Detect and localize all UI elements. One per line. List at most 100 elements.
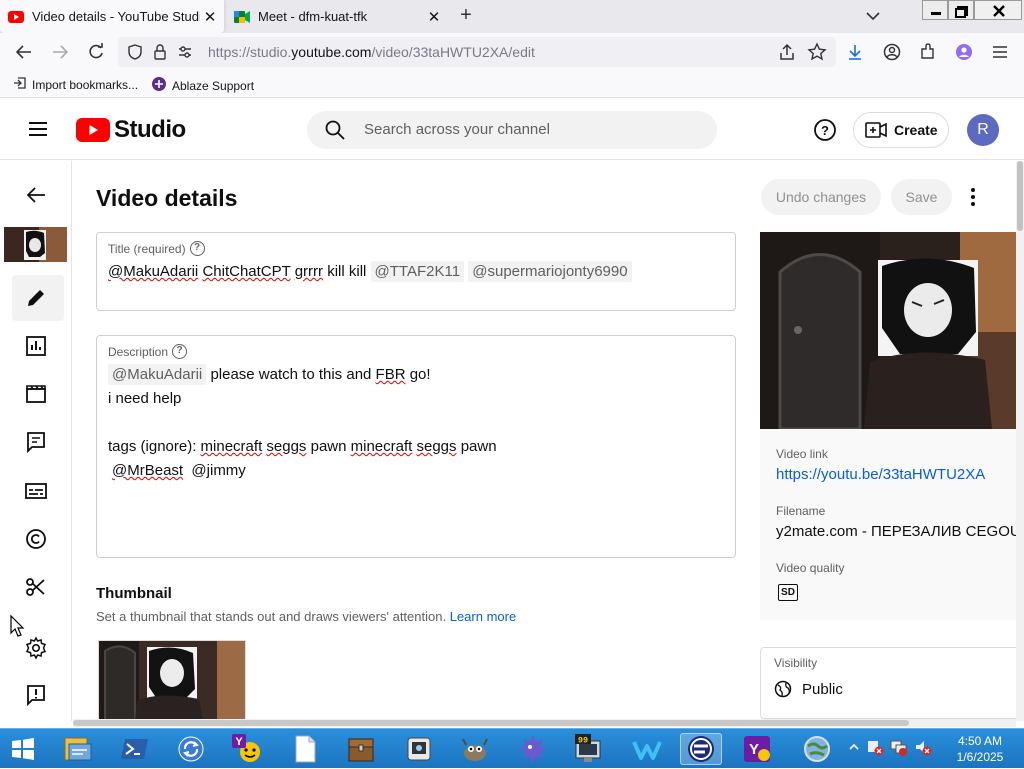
blank-document-icon[interactable] [288, 733, 322, 765]
visibility-card[interactable]: Visibility Public [760, 647, 1016, 719]
create-label: Create [894, 122, 938, 138]
bookmark-import[interactable]: Import bookmarks... [13, 76, 138, 93]
help-icon[interactable]: ? [813, 118, 837, 142]
virus-blob-icon[interactable] [516, 733, 550, 765]
restore-window-button[interactable] [948, 0, 974, 20]
more-options-icon[interactable] [961, 185, 985, 209]
description-line[interactable]: @MrBeast @jimmy [112, 462, 246, 479]
thumbnail-heading: Thumbnail [96, 585, 172, 602]
video-thumbnail[interactable] [4, 227, 67, 262]
video-preview-player[interactable] [760, 232, 1016, 429]
tab-title: Video details - YouTube Studio [32, 9, 200, 24]
yahoo-icon[interactable]: Y [740, 733, 774, 765]
description-line[interactable]: tags (ignore): minecraft seggs pawn mine… [108, 438, 497, 455]
visibility-value[interactable]: Public [774, 680, 843, 698]
title-field-label: Title (required) ? [108, 241, 205, 256]
lock-icon[interactable] [152, 43, 168, 66]
search-input[interactable]: Search across your channel [364, 121, 550, 138]
minimize-window-button[interactable] [922, 0, 948, 20]
scissors-icon[interactable] [24, 575, 48, 599]
sync-app-icon[interactable] [174, 733, 208, 765]
studio-logo[interactable]: Studio [76, 116, 186, 144]
new-tab-icon[interactable]: + [454, 4, 478, 28]
description-line[interactable]: @MakuAdarii please watch to this and FBR… [108, 364, 431, 385]
system-tray [848, 729, 932, 769]
channel-search[interactable]: Search across your channel [307, 111, 717, 149]
close-tab-icon[interactable]: ✕ [424, 7, 444, 27]
sd-quality-badge: SD [778, 584, 798, 601]
shield-icon[interactable] [126, 43, 144, 66]
windows-taskbar: Y 99 Y 4:50 AM 1/6/2025 [0, 728, 1024, 768]
forward-arrow-icon[interactable] [47, 39, 73, 65]
description-line[interactable]: i need help [108, 390, 181, 407]
address-bar[interactable]: https://studio.youtube.com/video/33taHWT… [118, 37, 836, 67]
back-arrow-icon[interactable] [11, 39, 37, 65]
permissions-icon[interactable] [176, 43, 194, 66]
system-clock[interactable]: 4:50 AM 1/6/2025 [950, 733, 1010, 765]
horizontal-scrollbar[interactable] [73, 719, 1016, 727]
account-icon[interactable] [879, 39, 905, 65]
logo-text: Studio [114, 116, 186, 143]
url-text: https://studio.youtube.com/video/33taHWT… [208, 44, 535, 60]
title-field[interactable]: Title (required) ? @MakuAdarii ChitChatC… [96, 232, 736, 311]
back-arrow-icon[interactable] [24, 183, 48, 207]
volume-muted-icon[interactable] [914, 738, 932, 761]
video-quality-label: Video quality [776, 561, 845, 575]
search-icon[interactable] [324, 119, 346, 146]
bookmark-label: Import bookmarks... [32, 77, 139, 92]
app-menu-icon[interactable] [987, 39, 1013, 65]
share-icon[interactable] [778, 43, 796, 66]
copyright-icon[interactable] [24, 527, 48, 551]
close-window-button[interactable] [974, 0, 1022, 20]
file-explorer-icon[interactable] [60, 733, 96, 765]
downloads-icon[interactable] [842, 39, 868, 65]
mention-chip: @TTAF2K11 [370, 261, 465, 282]
profile-icon[interactable] [951, 39, 977, 65]
learn-more-link[interactable]: Learn more [450, 609, 516, 624]
minecraft-chest-icon[interactable] [344, 733, 378, 765]
video-preview-card: Video link https://youtu.be/33taHWTU2XA … [760, 232, 1016, 620]
network-icon[interactable] [890, 738, 908, 761]
powershell-icon[interactable] [118, 733, 152, 765]
subtitles-icon[interactable] [24, 479, 48, 503]
chevron-down-icon[interactable] [862, 6, 884, 26]
comments-icon[interactable] [24, 430, 48, 454]
globe-icon [774, 680, 792, 698]
settings-gear-icon[interactable] [24, 636, 48, 660]
extensions-icon[interactable] [915, 39, 941, 65]
undo-changes-button[interactable]: Undo changes [761, 179, 881, 215]
firefox-fork-browser-icon[interactable] [680, 733, 722, 765]
title-input[interactable]: @MakuAdarii ChitChatCPT grrrr kill kill … [108, 261, 632, 282]
video-link[interactable]: https://youtu.be/33taHWTU2XA [776, 466, 985, 483]
monitor-badge-icon[interactable]: 99 [572, 733, 606, 765]
vertical-scrollbar[interactable] [1016, 161, 1024, 721]
create-button[interactable]: Create [853, 112, 949, 148]
feedback-icon[interactable] [24, 683, 48, 707]
page-title: Video details [96, 185, 238, 211]
help-icon[interactable]: ? [172, 344, 188, 359]
close-tab-icon[interactable]: ✕ [200, 7, 220, 27]
winamp-icon[interactable] [630, 733, 664, 765]
reload-icon[interactable] [83, 39, 109, 65]
analytics-icon[interactable] [24, 334, 48, 358]
tab-meet[interactable]: Meet - dfm-kuat-tfk ✕ [226, 0, 448, 33]
bookmark-star-icon[interactable] [807, 42, 827, 67]
hamburger-menu-icon[interactable] [26, 117, 50, 141]
editor-clapper-icon[interactable] [24, 382, 48, 406]
bookmark-ablaze[interactable]: Ablaze Support [151, 76, 254, 95]
tray-expand-icon[interactable] [848, 740, 860, 758]
gimp-icon[interactable] [458, 733, 492, 765]
description-field[interactable]: Description ? @MakuAdarii please watch t… [96, 335, 736, 558]
visibility-label: Visibility [774, 656, 818, 670]
yahoo-messenger-icon[interactable]: Y [230, 733, 264, 765]
thumbnail-image[interactable] [98, 640, 246, 720]
globe-app-icon[interactable] [800, 733, 834, 765]
help-icon[interactable]: ? [189, 241, 205, 256]
avatar[interactable]: R [967, 114, 999, 146]
action-center-icon[interactable] [866, 738, 884, 761]
pencil-icon[interactable] [24, 286, 48, 310]
media-player-icon[interactable] [402, 733, 436, 765]
windows-start-icon[interactable] [6, 733, 40, 765]
save-button[interactable]: Save [891, 179, 952, 215]
tab-video-details[interactable]: Video details - YouTube Studio ✕ [0, 0, 224, 33]
